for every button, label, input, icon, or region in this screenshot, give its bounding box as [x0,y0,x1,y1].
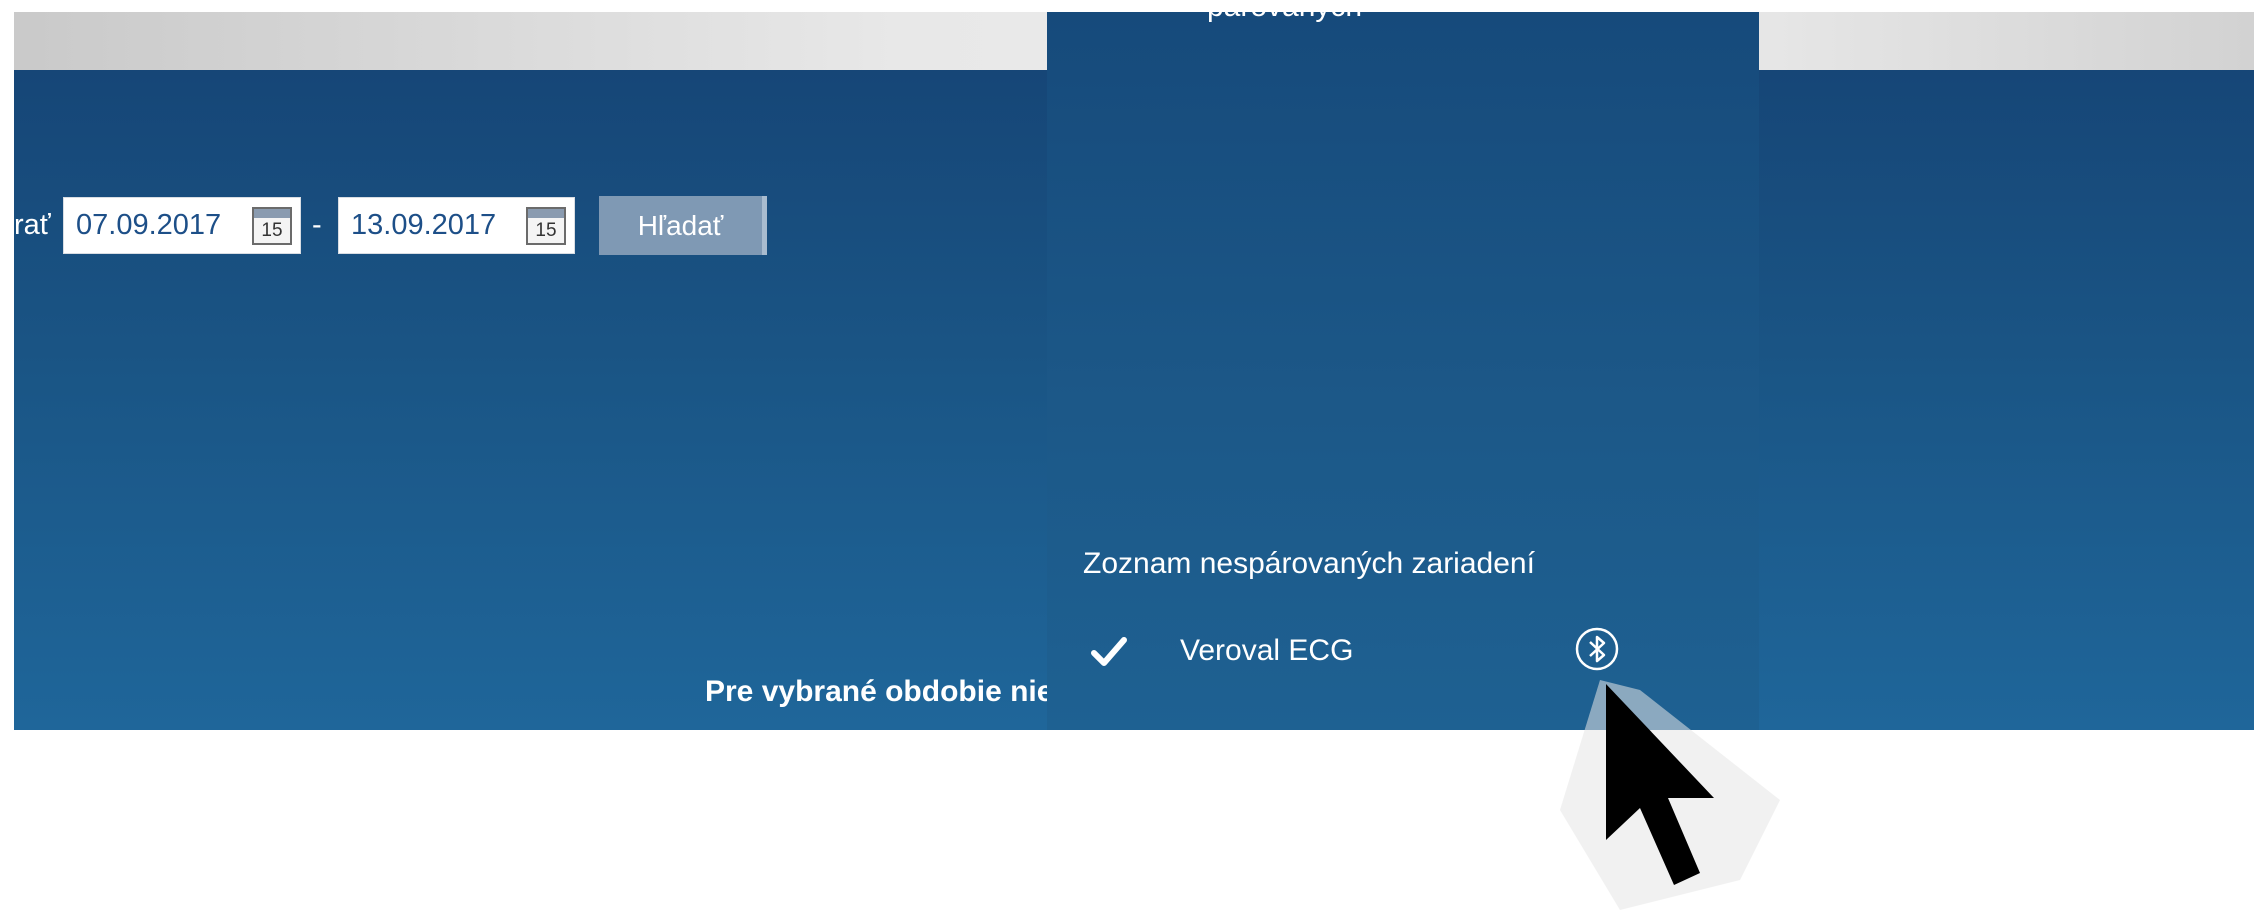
search-button[interactable]: Hľadať [599,196,767,255]
left-margin [0,0,14,914]
panel-top-heading: párovaných [1207,12,1362,24]
calendar-day-number: 15 [535,220,557,241]
date-to-value: 13.09.2017 [351,209,497,241]
unpaired-devices-title: Zoznam nespárovaných zariadení [1083,547,1535,580]
mouse-cursor-icon [1560,680,1780,910]
date-to-field[interactable]: 13.09.2017 15 [338,197,575,254]
device-name: Veroval ECG [1180,634,1354,667]
calendar-header [528,209,564,218]
no-data-message: Pre vybrané obdobie nie [705,675,1054,708]
check-icon [1091,637,1127,666]
calendar-icon[interactable]: 15 [526,207,566,245]
calendar-day-number: 15 [261,220,283,241]
calendar-icon[interactable]: 15 [252,207,292,245]
bluetooth-icon[interactable] [1574,626,1620,672]
date-from-value: 07.09.2017 [76,209,222,241]
date-range-separator: - [312,209,322,241]
filter-label: rať [14,209,51,241]
calendar-header [254,209,290,218]
date-from-field[interactable]: 07.09.2017 15 [63,197,301,254]
device-pairing-panel: párovaných Zoznam nespárovaných zariaden… [1047,12,1759,730]
